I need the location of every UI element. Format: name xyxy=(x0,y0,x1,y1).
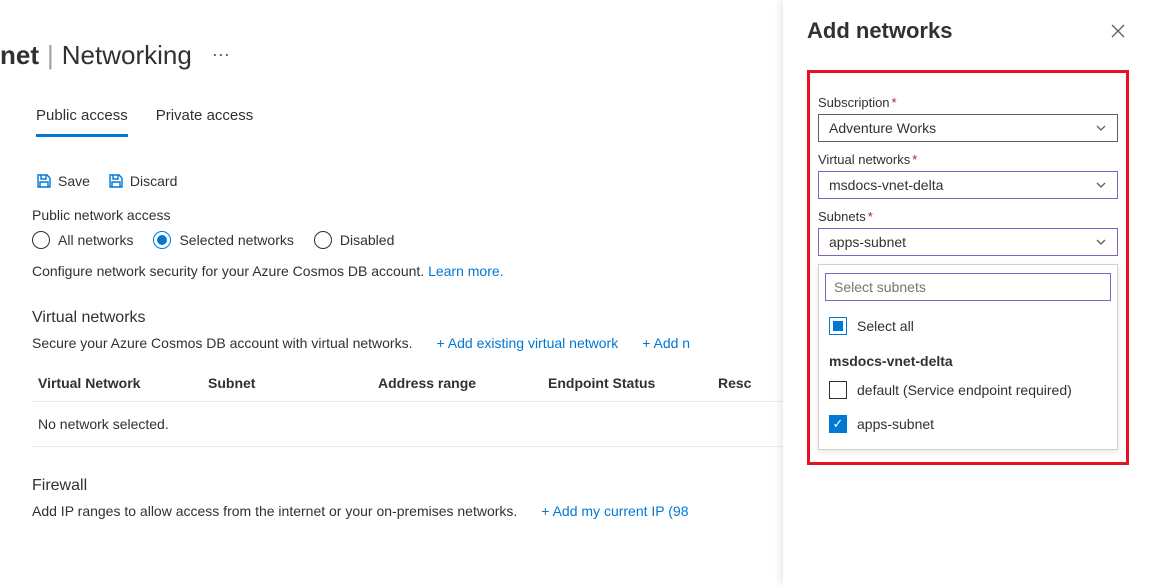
panel-header: Add networks xyxy=(783,0,1153,56)
radio-icon xyxy=(153,231,171,249)
subnet-group-label: msdocs-vnet-delta xyxy=(825,343,1111,373)
vnets-description: Secure your Azure Cosmos DB account with… xyxy=(32,335,413,351)
chevron-down-icon xyxy=(1095,122,1107,134)
col-subnet: Subnet xyxy=(208,375,378,391)
save-icon xyxy=(36,173,52,189)
subnet-option-default[interactable]: default (Service endpoint required) xyxy=(825,373,1111,407)
radio-label: Disabled xyxy=(340,232,394,248)
radio-label: Selected networks xyxy=(179,232,293,248)
panel-title: Add networks xyxy=(807,18,952,44)
tab-private-access[interactable]: Private access xyxy=(156,107,254,137)
page-title: Networking xyxy=(62,40,192,71)
table-header: Virtual Network Subnet Address range End… xyxy=(32,365,792,402)
subscription-select[interactable]: Adventure Works xyxy=(818,114,1118,142)
radio-all-networks[interactable]: All networks xyxy=(32,231,133,249)
close-icon xyxy=(1111,24,1125,38)
learn-more-link[interactable]: Learn more. xyxy=(428,263,503,279)
subnet-value: apps-subnet xyxy=(829,234,906,250)
save-label: Save xyxy=(58,173,90,189)
select-all-option[interactable]: Select all xyxy=(825,309,1111,343)
subnet-label: Subnets* xyxy=(818,209,1118,224)
radio-icon xyxy=(314,231,332,249)
firewall-description: Add IP ranges to allow access from the i… xyxy=(32,503,517,519)
save-button[interactable]: Save xyxy=(36,173,90,189)
subscription-value: Adventure Works xyxy=(829,120,936,136)
table-empty-row: No network selected. xyxy=(32,402,792,447)
add-new-vnet-link[interactable]: + Add n xyxy=(642,335,690,351)
checkbox-checked-icon: ✓ xyxy=(829,415,847,433)
subnet-option-apps[interactable]: ✓ apps-subnet xyxy=(825,407,1111,441)
add-networks-panel: Add networks Subscription* Adventure Wor… xyxy=(783,0,1153,585)
add-existing-vnet-link[interactable]: + Add existing virtual network xyxy=(437,335,619,351)
vnets-table: Virtual Network Subnet Address range End… xyxy=(32,365,792,447)
radio-selected-networks[interactable]: Selected networks xyxy=(153,231,293,249)
col-status: Endpoint Status xyxy=(548,375,718,391)
subnet-select[interactable]: apps-subnet xyxy=(818,228,1118,256)
resource-name-fragment: net xyxy=(0,40,39,71)
radio-disabled[interactable]: Disabled xyxy=(314,231,394,249)
discard-label: Discard xyxy=(130,173,177,189)
checkbox-unchecked-icon xyxy=(829,381,847,399)
more-actions-button[interactable]: ⋯ xyxy=(212,45,232,66)
discard-button[interactable]: Discard xyxy=(108,173,177,189)
vnet-value: msdocs-vnet-delta xyxy=(829,177,943,193)
chevron-down-icon xyxy=(1095,236,1107,248)
add-current-ip-link[interactable]: + Add my current IP (98 xyxy=(541,503,688,519)
vnet-select[interactable]: msdocs-vnet-delta xyxy=(818,171,1118,199)
col-range: Address range xyxy=(378,375,548,391)
title-separator: | xyxy=(47,40,54,71)
highlighted-form-area: Subscription* Adventure Works Virtual ne… xyxy=(807,70,1129,465)
close-button[interactable] xyxy=(1107,20,1129,42)
select-all-label: Select all xyxy=(857,318,914,334)
discard-icon xyxy=(108,173,124,189)
vnet-label: Virtual networks* xyxy=(818,152,1118,167)
radio-label: All networks xyxy=(58,232,133,248)
subnet-filter-input[interactable] xyxy=(825,273,1111,301)
col-vnet: Virtual Network xyxy=(38,375,208,391)
subscription-label: Subscription* xyxy=(818,95,1118,110)
radio-icon xyxy=(32,231,50,249)
option-label: apps-subnet xyxy=(857,416,934,432)
checkbox-indeterminate-icon xyxy=(829,317,847,335)
option-label: default (Service endpoint required) xyxy=(857,382,1072,398)
chevron-down-icon xyxy=(1095,179,1107,191)
subnet-dropdown: Select all msdocs-vnet-delta default (Se… xyxy=(818,264,1118,450)
tab-public-access[interactable]: Public access xyxy=(36,107,128,137)
